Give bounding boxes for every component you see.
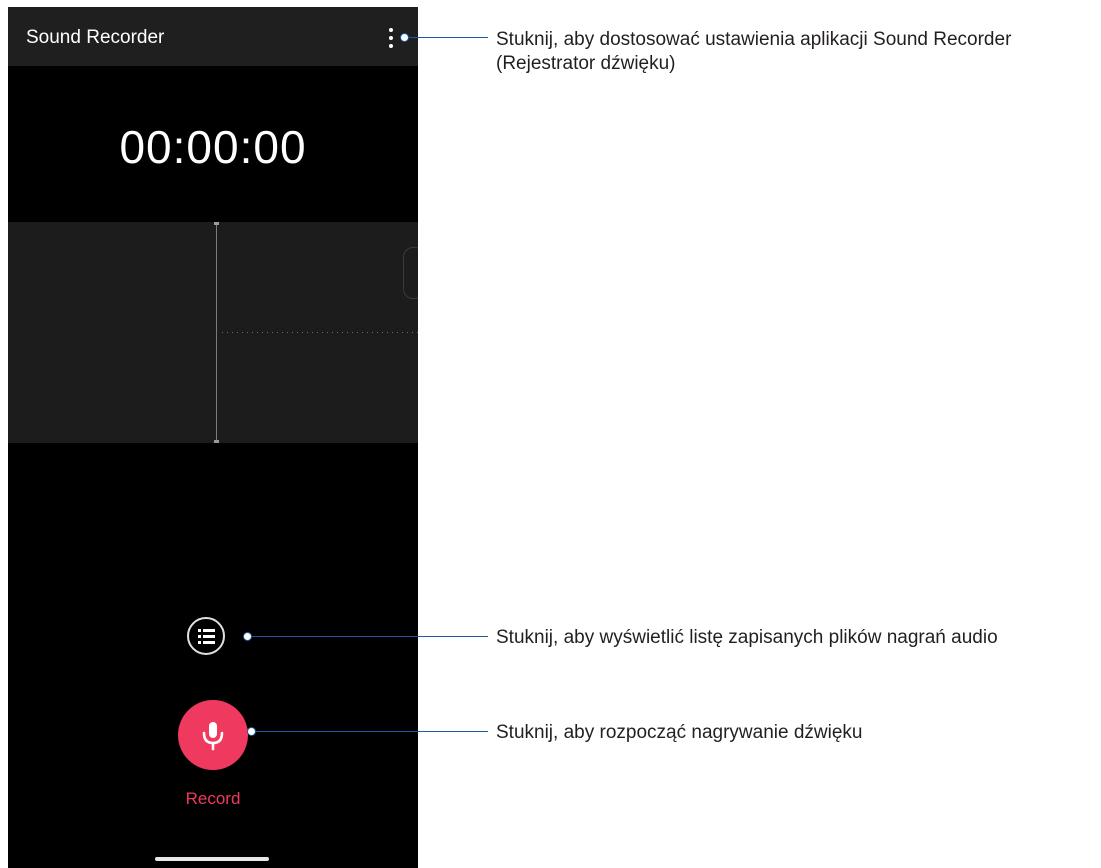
callout-settings-text: Stuknij, aby dostosować ustawienia aplik… (496, 29, 1012, 74)
recording-timer: 00:00:00 (119, 121, 307, 173)
more-options-button[interactable] (386, 27, 396, 49)
callout-list-dot (243, 632, 252, 641)
app-bar: Sound Recorder (8, 7, 418, 66)
app-title: Sound Recorder (26, 27, 165, 48)
manual-illustration: Sound Recorder 00:00:00 Record Stuknij, … (0, 0, 1101, 868)
microphone-icon (202, 722, 224, 751)
callout-record-line (256, 731, 488, 732)
waveform-baseline (222, 332, 418, 333)
callout-record-dot (247, 727, 256, 736)
callout-settings-dot (400, 33, 409, 42)
playhead-top-marker (214, 222, 219, 225)
waveform-marker (403, 247, 418, 299)
record-label: Record (185, 789, 241, 808)
playhead-line (216, 222, 217, 443)
recordings-list-button[interactable] (187, 617, 225, 655)
callout-list-text: Stuknij, aby wyświetlić listę zapisanych… (496, 627, 998, 648)
record-button[interactable] (178, 700, 248, 770)
phone-screen: Sound Recorder 00:00:00 Record (8, 7, 418, 868)
waveform-area (8, 222, 418, 443)
callout-settings-line (409, 37, 488, 38)
callout-record-text: Stuknij, aby rozpocząć nagrywanie dźwięk… (496, 722, 863, 743)
playhead-bottom-marker (214, 440, 219, 443)
callout-list-line (252, 636, 488, 637)
home-indicator[interactable] (155, 857, 269, 861)
